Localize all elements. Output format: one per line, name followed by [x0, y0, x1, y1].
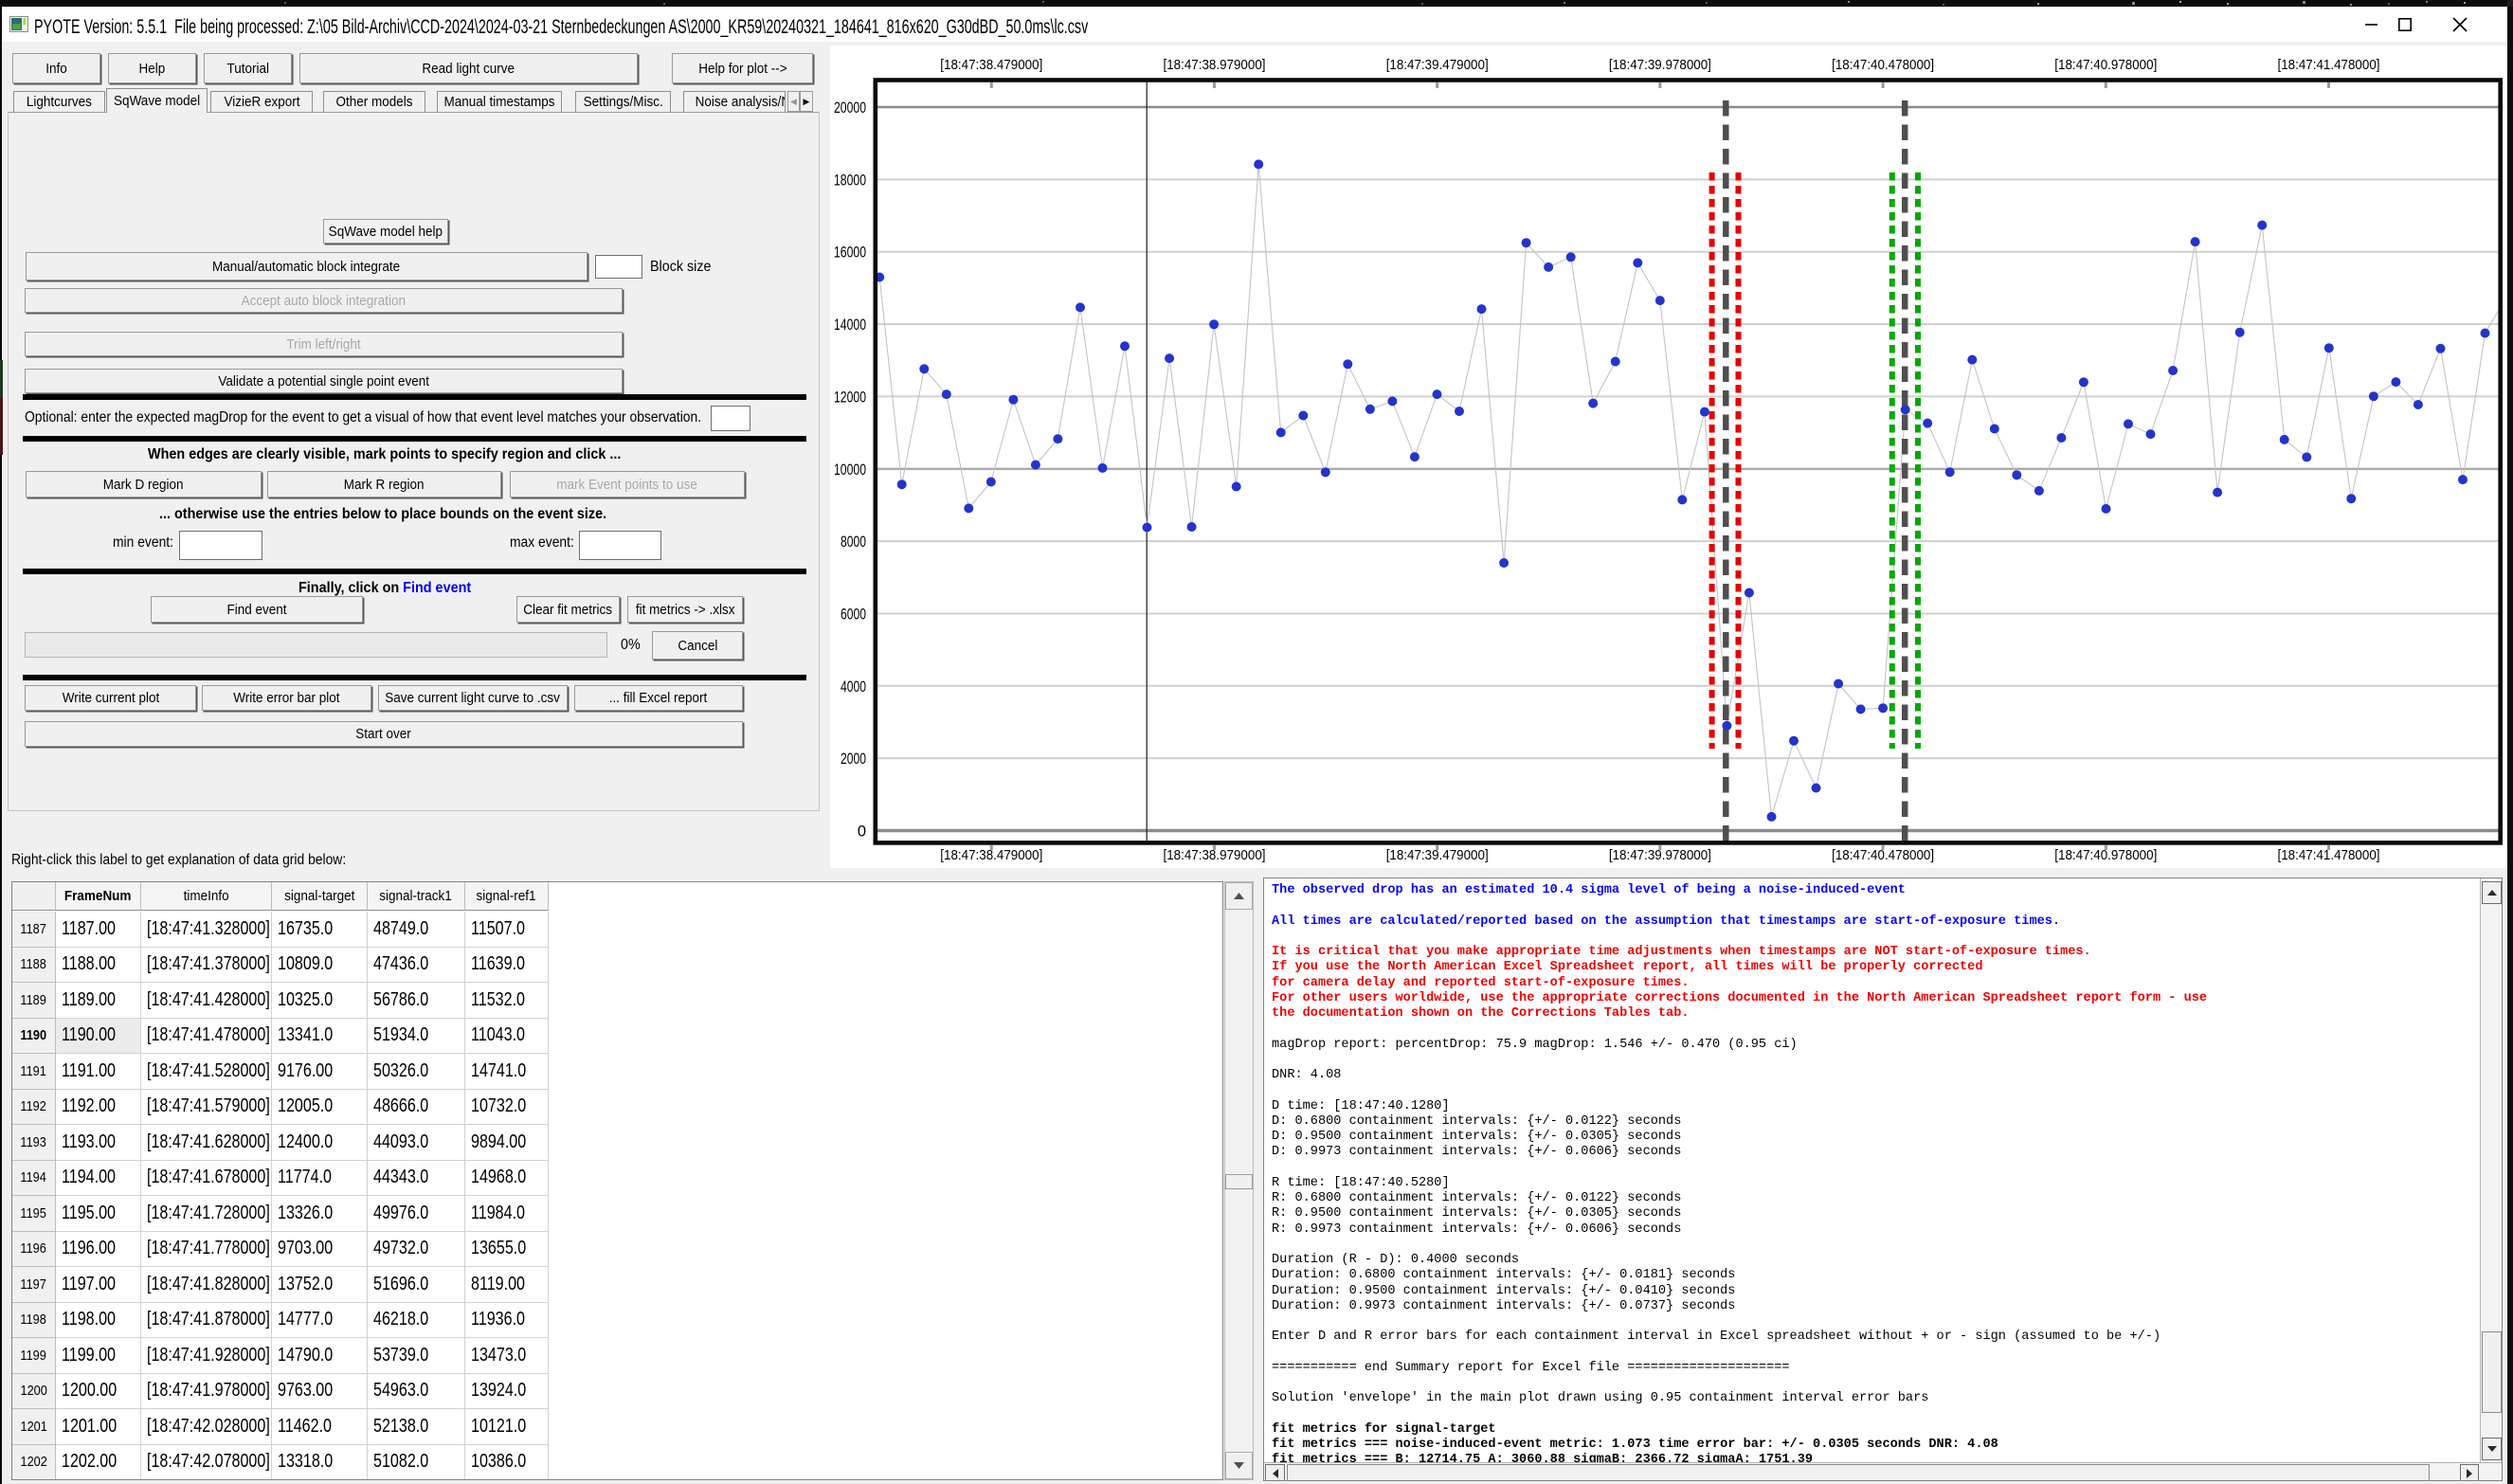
- svg-text:0: 0: [858, 823, 866, 841]
- svg-text:20000: 20000: [834, 100, 866, 117]
- svg-text:12000: 12000: [834, 389, 866, 406]
- svg-text:[18:47:39.978000]: [18:47:39.978000]: [1609, 57, 1711, 73]
- svg-text:16000: 16000: [834, 244, 866, 262]
- svg-text:10000: 10000: [834, 461, 866, 479]
- svg-text:[18:47:40.978000]: [18:47:40.978000]: [2054, 57, 2157, 73]
- svg-text:6000: 6000: [841, 606, 866, 624]
- svg-text:18000: 18000: [834, 172, 866, 189]
- svg-text:[18:47:38.979000]: [18:47:38.979000]: [1164, 57, 1266, 73]
- svg-text:14000: 14000: [834, 317, 866, 334]
- svg-text:[18:47:38.479000]: [18:47:38.479000]: [940, 57, 1042, 73]
- svg-text:[18:47:39.479000]: [18:47:39.479000]: [1386, 57, 1489, 73]
- svg-text:2000: 2000: [841, 751, 866, 768]
- svg-text:4000: 4000: [841, 679, 866, 696]
- svg-text:[18:47:41.478000]: [18:47:41.478000]: [2278, 57, 2380, 73]
- svg-text:[18:47:40.478000]: [18:47:40.478000]: [1832, 57, 1934, 73]
- svg-text:8000: 8000: [841, 534, 866, 551]
